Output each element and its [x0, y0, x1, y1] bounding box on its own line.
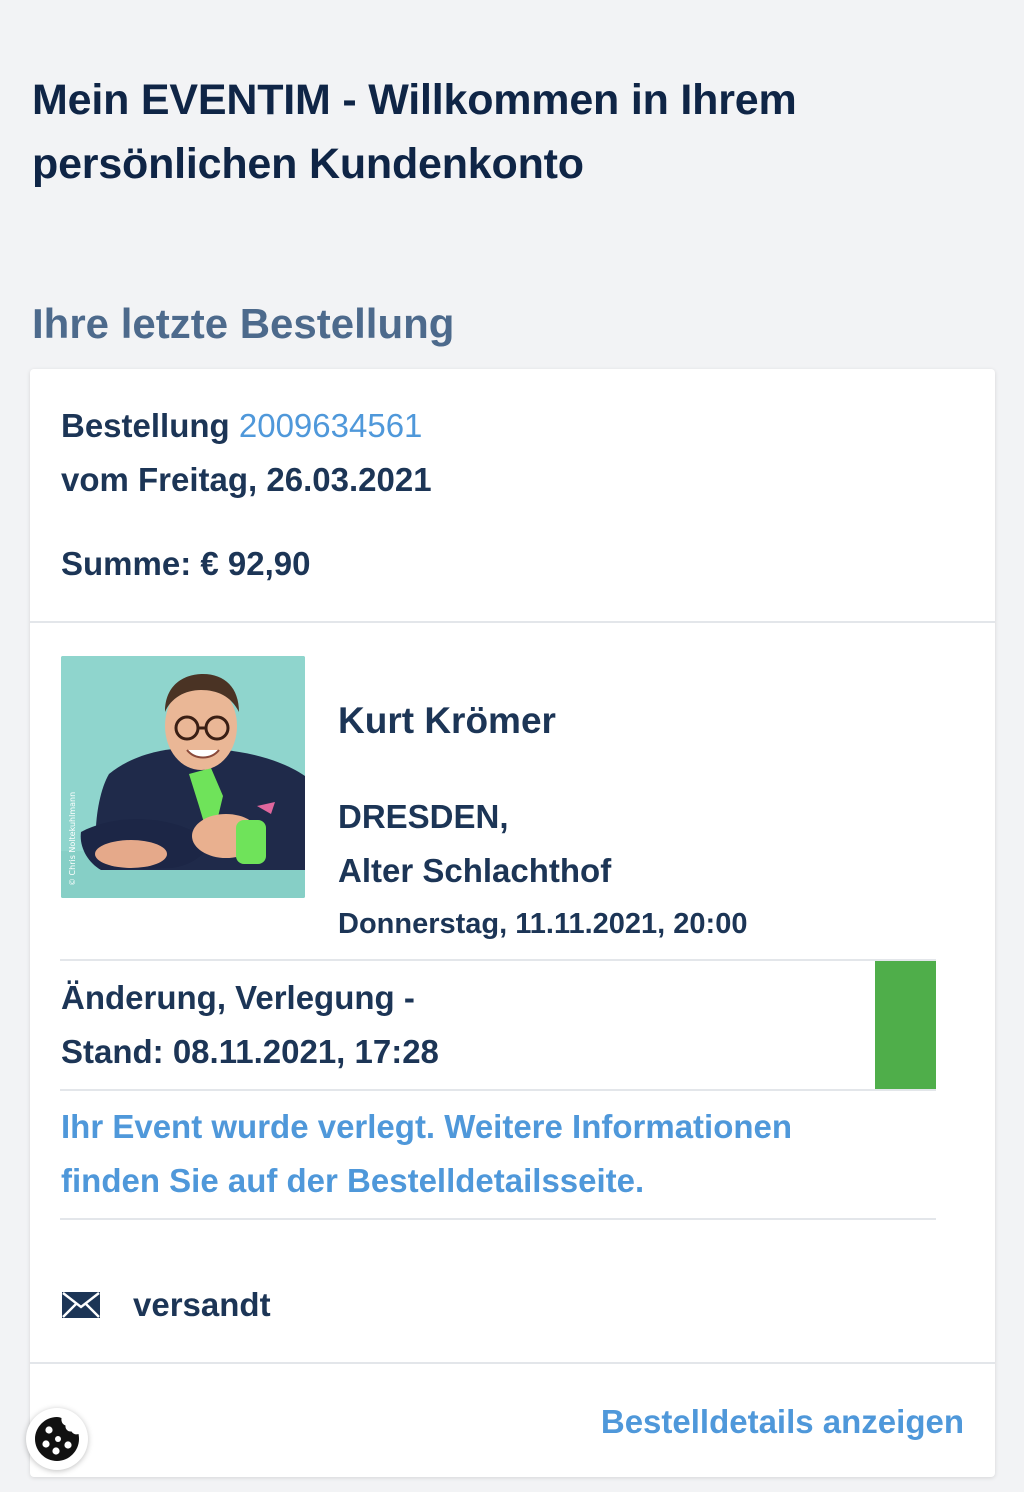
order-sum: Summe: € 92,90: [61, 545, 311, 582]
status-timestamp: Stand: 08.11.2021, 17:28: [61, 1033, 439, 1070]
cookie-settings-button[interactable]: [26, 1408, 88, 1470]
artist-photo: © Chris Noltekuhlmann: [61, 656, 305, 898]
divider: [60, 1089, 936, 1091]
section-heading: Ihre letzte Bestellung: [32, 300, 455, 347]
divider: [60, 959, 936, 961]
reschedule-notice-line-2[interactable]: finden Sie auf der Bestelldetailsseite.: [61, 1154, 644, 1208]
reschedule-notice-line-1[interactable]: Ihr Event wurde verlegt. Weitere Informa…: [61, 1100, 792, 1154]
order-card: Bestellung 2009634561 vom Freitag, 26.03…: [30, 369, 995, 1477]
page-title-line-2: persönlichen Kundenkonto: [32, 140, 584, 188]
event-venue: Alter Schlachthof: [338, 852, 612, 889]
page-title: Mein EVENTIM - Willkommen in Ihrem persö…: [32, 68, 932, 196]
status-indicator: [875, 961, 936, 1089]
event-datetime: Donnerstag, 11.11.2021, 20:00: [338, 908, 748, 940]
order-label: Bestellung: [61, 407, 230, 444]
page-title-line-1: Mein EVENTIM - Willkommen in Ihrem: [32, 76, 797, 124]
divider: [60, 1218, 936, 1220]
footer-divider: [30, 1362, 995, 1364]
event-title[interactable]: Kurt Krömer: [338, 696, 556, 746]
order-label-line: Bestellung 2009634561: [61, 399, 422, 453]
page: Mein EVENTIM - Willkommen in Ihrem persö…: [0, 0, 1024, 1492]
shipping-status: versandt: [61, 1278, 271, 1332]
order-date: vom Freitag, 26.03.2021: [61, 461, 432, 498]
status-title: Änderung, Verlegung -: [61, 979, 415, 1016]
shipping-label: versandt: [133, 1286, 271, 1323]
cookie-icon: [35, 1417, 79, 1461]
order-header: Bestellung 2009634561 vom Freitag, 26.03…: [30, 369, 995, 623]
image-credit: © Chris Noltekuhlmann: [68, 792, 77, 886]
envelope-icon: [62, 1292, 100, 1318]
event-image[interactable]: © Chris Noltekuhlmann: [61, 656, 305, 898]
event-city: DRESDEN,: [338, 798, 509, 835]
order-number-link[interactable]: 2009634561: [239, 407, 423, 444]
order-details-link[interactable]: Bestelldetails anzeigen: [601, 1395, 964, 1449]
